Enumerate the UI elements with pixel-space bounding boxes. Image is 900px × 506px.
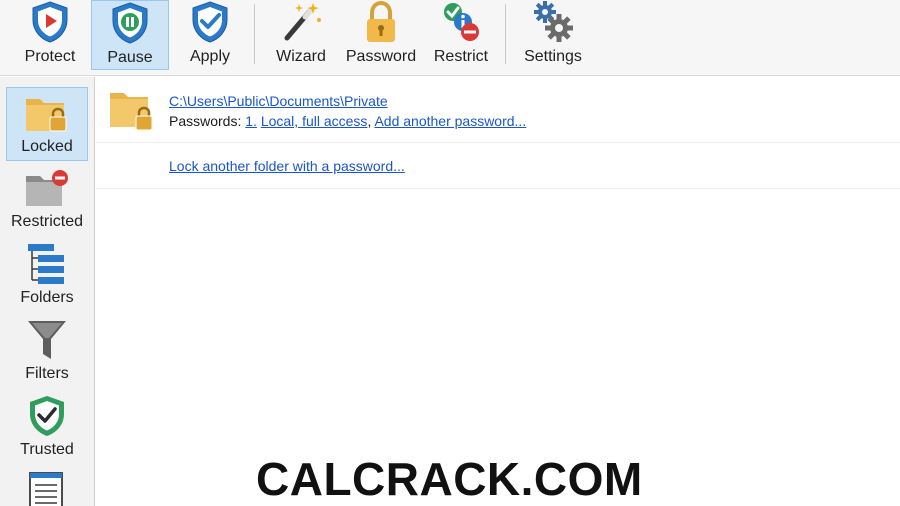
password-button[interactable]: Password: [342, 0, 420, 70]
sidebar-item-log[interactable]: [28, 471, 64, 506]
locked-folder-icon: [108, 89, 156, 138]
toolbar: Protect Pause Apply Wizard Password Rest…: [0, 0, 900, 76]
password-access-link[interactable]: Local, full access: [261, 113, 368, 129]
pause-button[interactable]: Pause: [91, 0, 169, 70]
sidebar-item-trusted[interactable]: Trusted: [6, 391, 88, 465]
password-index-link[interactable]: 1.: [245, 113, 257, 129]
pause-label: Pause: [107, 49, 153, 66]
restrict-button[interactable]: Restrict: [426, 0, 496, 70]
sidebar-item-filters[interactable]: Filters: [6, 315, 88, 389]
locked-folder-icon: [24, 90, 70, 136]
wizard-button[interactable]: Wizard: [264, 0, 338, 70]
protect-button[interactable]: Protect: [12, 0, 88, 70]
shield-pause-icon: [107, 1, 153, 45]
add-password-link[interactable]: Add another password...: [374, 113, 526, 129]
trusted-shield-icon: [24, 393, 70, 439]
restricted-folder-icon: [24, 165, 70, 211]
toolbar-separator: [505, 4, 506, 64]
document-list-icon: [29, 472, 63, 506]
sidebar-item-folders[interactable]: Folders: [6, 239, 88, 313]
sidebar-item-label: Restricted: [10, 213, 84, 230]
list-item: Lock another folder with a password...: [96, 143, 900, 189]
main-panel: C:\Users\Public\Documents\Private Passwo…: [96, 77, 900, 506]
funnel-icon: [24, 317, 70, 363]
list-item: C:\Users\Public\Documents\Private Passwo…: [96, 77, 900, 143]
wizard-label: Wizard: [276, 48, 326, 65]
sidebar-item-label: Locked: [21, 138, 73, 155]
toolbar-separator: [254, 4, 255, 64]
settings-button[interactable]: Settings: [516, 0, 590, 70]
passwords-label: Passwords:: [169, 113, 242, 129]
sidebar-item-restricted[interactable]: Restricted: [6, 163, 88, 237]
protect-label: Protect: [24, 48, 76, 65]
magic-wand-icon: [278, 0, 324, 44]
watermark-text: CALCRACK.COM: [256, 453, 643, 505]
restrict-icon: [438, 0, 484, 44]
settings-label: Settings: [524, 48, 582, 65]
folder-tree-icon: [24, 241, 70, 287]
sidebar-item-label: Trusted: [20, 441, 74, 458]
passwords-line: Passwords: 1. Local, full access, Add an…: [169, 113, 526, 129]
shield-check-icon: [187, 0, 233, 44]
sidebar: Locked Restricted Folders Filters Truste…: [0, 77, 95, 506]
sidebar-item-label: Folders: [20, 289, 74, 306]
shield-play-icon: [27, 0, 73, 44]
restrict-label: Restrict: [433, 48, 489, 65]
gears-icon: [530, 0, 576, 44]
apply-button[interactable]: Apply: [172, 0, 248, 70]
folder-path-link[interactable]: C:\Users\Public\Documents\Private: [169, 93, 388, 109]
apply-label: Apply: [189, 48, 231, 65]
lock-another-folder-link[interactable]: Lock another folder with a password...: [169, 158, 405, 174]
padlock-icon: [358, 0, 404, 44]
sidebar-item-label: Filters: [25, 365, 69, 382]
sidebar-item-locked[interactable]: Locked: [6, 87, 88, 161]
comma-separator: ,: [367, 113, 372, 129]
password-label: Password: [345, 48, 417, 65]
